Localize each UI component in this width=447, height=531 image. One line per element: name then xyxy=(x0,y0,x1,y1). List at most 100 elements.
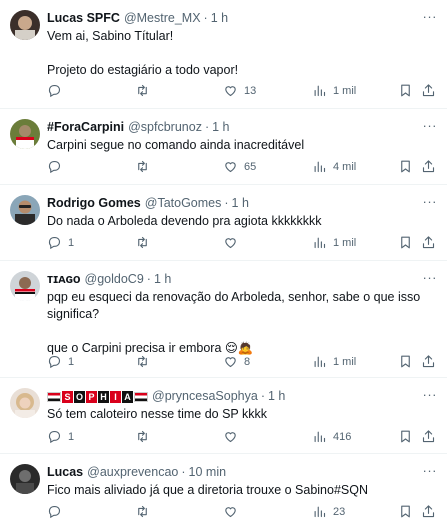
bookmark-button[interactable] xyxy=(398,159,413,174)
reply-button[interactable] xyxy=(47,504,68,519)
views-button[interactable]: 23 xyxy=(312,504,345,519)
views-count: 23 xyxy=(333,505,346,518)
more-options-icon[interactable]: ··· xyxy=(423,269,438,286)
avatar[interactable] xyxy=(10,195,40,225)
timestamp[interactable]: 1 h xyxy=(154,271,171,288)
timestamp[interactable]: 1 h xyxy=(268,388,285,405)
bookmark-button[interactable] xyxy=(398,354,413,369)
timestamp[interactable]: 10 min xyxy=(189,464,227,481)
views-button[interactable]: 1 mil xyxy=(312,354,356,369)
user-handle[interactable]: @goldoC9 xyxy=(85,271,144,288)
share-button[interactable] xyxy=(421,83,436,98)
avatar[interactable] xyxy=(10,10,40,40)
tweet-text: Do nada o Arboleda devendo pra agiota kk… xyxy=(47,214,322,228)
reply-count: 1 xyxy=(68,355,75,368)
user-handle[interactable]: @TatoGomes xyxy=(145,195,222,212)
avatar[interactable] xyxy=(10,271,40,301)
like-button[interactable] xyxy=(223,235,244,250)
reply-count: 1 xyxy=(68,430,75,443)
reply-button[interactable]: 1 xyxy=(47,354,74,369)
tweet[interactable]: Lucas SPFC @Mestre_MX · 1 h ··· Vem ai, … xyxy=(0,0,447,109)
avatar[interactable] xyxy=(10,388,40,418)
views-count: 1 mil xyxy=(333,84,357,97)
letter-o-icon: O xyxy=(74,390,85,403)
views-chart-icon xyxy=(312,504,327,519)
views-count: 1 mil xyxy=(333,355,357,368)
display-name[interactable]: Rodrigo Gomes xyxy=(47,195,141,212)
share-button[interactable] xyxy=(421,159,436,174)
share-icon xyxy=(421,83,436,98)
share-button[interactable] xyxy=(421,429,436,444)
share-button[interactable] xyxy=(421,354,436,369)
reply-icon xyxy=(47,429,62,444)
tweet-text: Vem ai, Sabino Títular! Projeto do estag… xyxy=(47,29,239,77)
display-name[interactable]: #ForaCarpini xyxy=(47,119,124,136)
bookmark-button[interactable] xyxy=(398,83,413,98)
views-button[interactable]: 1 mil xyxy=(312,83,356,98)
reply-button[interactable] xyxy=(47,83,68,98)
retweet-button[interactable] xyxy=(135,429,156,444)
like-button[interactable]: 8 xyxy=(223,354,250,369)
display-name[interactable]: ᴛɪᴀɢᴏ xyxy=(47,271,81,288)
tweet[interactable]: Rodrigo Gomes @TatoGomes · 1 h ··· Do na… xyxy=(0,185,447,261)
letter-p-icon: P xyxy=(86,390,97,403)
timestamp[interactable]: 1 h xyxy=(212,119,229,136)
tweet[interactable]: ᴛɪᴀɢᴏ @goldoC9 · 1 h ··· pqp eu esqueci … xyxy=(0,261,447,378)
views-chart-icon xyxy=(312,235,327,250)
bookmark-button[interactable] xyxy=(398,235,413,250)
more-options-icon[interactable]: ··· xyxy=(423,193,438,210)
views-chart-icon xyxy=(312,159,327,174)
display-name[interactable]: Lucas xyxy=(47,464,83,481)
more-options-icon[interactable]: ··· xyxy=(423,117,438,134)
user-handle[interactable]: @spfcbrunoz xyxy=(128,119,202,136)
display-name[interactable]: S O P H I A xyxy=(47,390,148,403)
retweet-icon xyxy=(135,354,150,369)
views-button[interactable]: 416 xyxy=(312,429,351,444)
views-button[interactable]: 1 mil xyxy=(312,235,356,250)
timestamp[interactable]: 1 h xyxy=(211,10,228,27)
more-options-icon[interactable]: ··· xyxy=(423,386,438,403)
like-button[interactable]: 65 xyxy=(223,159,256,174)
retweet-button[interactable] xyxy=(135,235,156,250)
bookmark-button[interactable] xyxy=(398,429,413,444)
reply-icon xyxy=(47,159,62,174)
retweet-button[interactable] xyxy=(135,504,156,519)
timestamp[interactable]: 1 h xyxy=(232,195,249,212)
user-handle[interactable]: @auxprevencao xyxy=(87,464,178,481)
bookmark-icon xyxy=(398,83,413,98)
retweet-button[interactable] xyxy=(135,83,156,98)
retweet-icon xyxy=(135,429,150,444)
user-handle[interactable]: @pryncesaSophya xyxy=(152,388,258,405)
bookmark-icon xyxy=(398,354,413,369)
tweet[interactable]: Lucas @auxprevencao · 10 min ··· Fico ma… xyxy=(0,454,447,531)
like-button[interactable] xyxy=(223,429,244,444)
bookmark-button[interactable] xyxy=(398,504,413,519)
tweet-feed: Lucas SPFC @Mestre_MX · 1 h ··· Vem ai, … xyxy=(0,0,447,531)
avatar[interactable] xyxy=(10,464,40,494)
more-options-icon[interactable]: ··· xyxy=(423,462,438,479)
share-button[interactable] xyxy=(421,235,436,250)
like-button[interactable]: 13 xyxy=(223,83,256,98)
tweet-text: pqp eu esqueci da renovação do Arboleda,… xyxy=(47,290,421,355)
display-name[interactable]: Lucas SPFC xyxy=(47,10,120,27)
retweet-icon xyxy=(135,504,150,519)
separator-dot: · xyxy=(260,389,265,403)
separator-dot: · xyxy=(204,120,210,134)
retweet-button[interactable] xyxy=(135,354,156,369)
tweet[interactable]: S O P H I A @pryncesaSophya · 1 h ··· Só… xyxy=(0,378,447,454)
avatar[interactable] xyxy=(10,119,40,149)
reply-button[interactable]: 1 xyxy=(47,429,74,444)
views-button[interactable]: 4 mil xyxy=(312,159,356,174)
more-options-icon[interactable]: ··· xyxy=(423,8,438,25)
letter-h-icon: H xyxy=(98,390,109,403)
reply-icon xyxy=(47,354,62,369)
tweet[interactable]: #ForaCarpini @spfcbrunoz · 1 h ··· Carpi… xyxy=(0,109,447,185)
like-button[interactable] xyxy=(223,504,244,519)
retweet-button[interactable] xyxy=(135,159,156,174)
separator-dot: · xyxy=(146,272,151,286)
flag-icon xyxy=(47,391,61,402)
user-handle[interactable]: @Mestre_MX xyxy=(124,10,201,27)
share-button[interactable] xyxy=(421,504,436,519)
reply-button[interactable] xyxy=(47,159,68,174)
reply-button[interactable]: 1 xyxy=(47,235,74,250)
